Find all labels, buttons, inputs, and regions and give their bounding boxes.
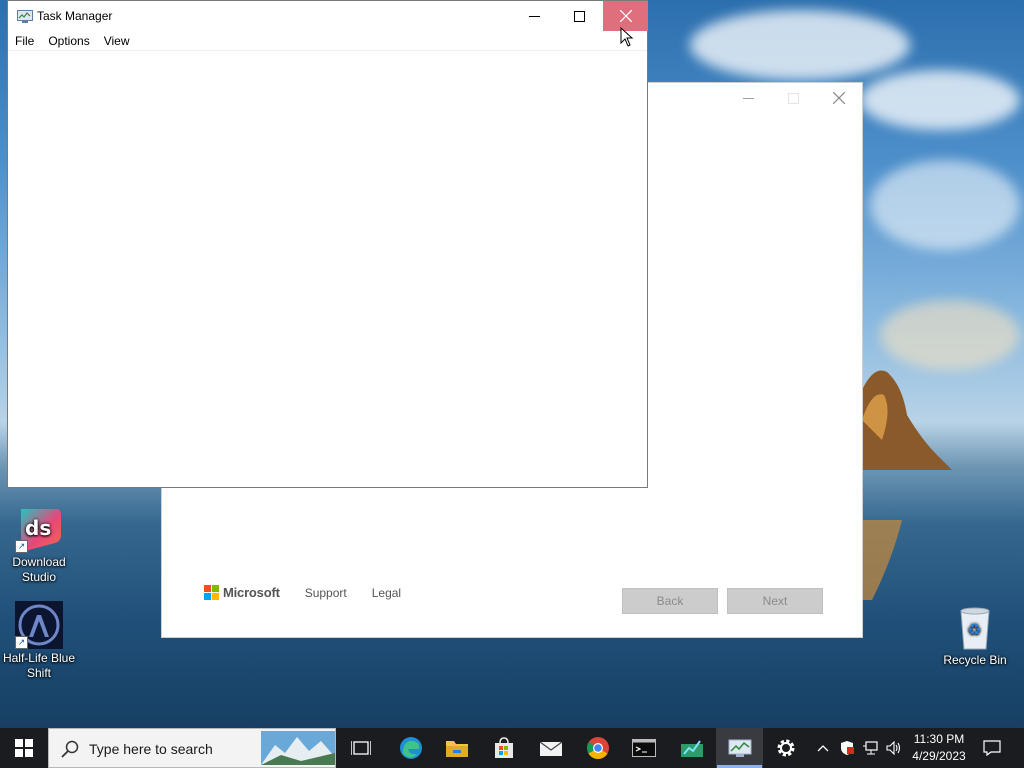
shortcut-arrow-icon: ↗ xyxy=(15,636,28,649)
svg-text:ds: ds xyxy=(25,516,51,540)
task-manager-icon xyxy=(728,739,751,757)
window-title: Task Manager xyxy=(37,9,113,23)
store-icon xyxy=(494,737,513,758)
settings-button[interactable] xyxy=(763,728,808,768)
mail-icon xyxy=(539,741,562,756)
microsoft-store-button[interactable] xyxy=(481,728,526,768)
volume-tray-button[interactable] xyxy=(883,728,905,768)
security-tray-button[interactable] xyxy=(836,728,858,768)
clock-date: 4/29/2023 xyxy=(912,749,966,763)
terminal-button[interactable] xyxy=(621,728,666,768)
network-icon xyxy=(863,741,878,755)
next-button[interactable]: Next xyxy=(727,588,823,614)
download-studio-icon: ds ↗ xyxy=(15,505,63,553)
clock[interactable]: 11:30 PM 4/29/2023 xyxy=(908,731,970,765)
maximize-button[interactable] xyxy=(557,1,602,31)
clock-time: 11:30 PM xyxy=(913,732,965,746)
desktop-icon-label: Download Studio xyxy=(12,555,66,584)
half-life-icon: ↗ xyxy=(15,601,63,649)
folder-icon xyxy=(445,741,468,757)
recycle-bin-icon: ♻ xyxy=(951,603,999,651)
desktop-icon-label: Half-Life Blue Shift xyxy=(2,651,76,680)
desktop-icon-label: Recycle Bin xyxy=(943,653,1007,667)
maximize-icon xyxy=(787,92,799,104)
speaker-icon xyxy=(886,741,901,755)
monitor-chart-icon xyxy=(680,740,703,757)
gear-icon xyxy=(777,739,794,757)
setup-maximize-button[interactable] xyxy=(770,83,816,113)
show-hidden-icons-button[interactable] xyxy=(812,728,834,768)
mail-button[interactable] xyxy=(528,728,573,768)
search-box[interactable]: Type here to search xyxy=(48,728,336,768)
setup-minimize-button[interactable] xyxy=(725,83,771,113)
microsoft-brand: Microsoft xyxy=(223,585,280,600)
setup-close-button[interactable] xyxy=(816,83,862,113)
legal-link[interactable]: Legal xyxy=(372,586,401,600)
network-tray-button[interactable] xyxy=(860,728,882,768)
desktop-icon-half-life-blue-shift[interactable]: ↗ Half-Life Blue Shift xyxy=(1,601,77,681)
mouse-pointer-icon xyxy=(620,27,634,47)
close-icon xyxy=(833,92,845,104)
file-explorer-button[interactable] xyxy=(434,728,479,768)
svg-text:♻: ♻ xyxy=(967,620,981,639)
setup-footer: Microsoft Support Legal xyxy=(204,585,401,600)
terminal-icon xyxy=(631,739,656,757)
start-button[interactable] xyxy=(0,728,48,768)
windows-logo-icon xyxy=(15,739,33,757)
microsoft-logo-icon xyxy=(204,585,219,600)
task-manager-taskbar-button[interactable] xyxy=(716,728,763,768)
minimize-button[interactable] xyxy=(512,1,557,31)
shield-icon xyxy=(841,741,854,755)
title-bar[interactable]: Task Manager xyxy=(8,1,648,31)
notification-icon xyxy=(983,740,1001,756)
search-highlight-image xyxy=(261,731,335,765)
chrome-icon xyxy=(586,737,609,759)
search-icon xyxy=(61,740,79,758)
task-manager-app-icon xyxy=(17,10,33,26)
menu-bar: File Options View xyxy=(8,31,647,51)
menu-options[interactable]: Options xyxy=(41,31,96,50)
taskbar: Type here to search 11:30 PM 4/29/2023 xyxy=(0,728,1024,768)
minimize-icon xyxy=(742,97,754,99)
search-placeholder: Type here to search xyxy=(89,741,213,757)
edge-icon xyxy=(399,737,422,759)
desktop-icon-recycle-bin[interactable]: ♻ Recycle Bin xyxy=(937,603,1013,668)
notifications-button[interactable] xyxy=(976,728,1008,768)
close-icon xyxy=(619,10,632,22)
rock-reflection xyxy=(862,520,902,600)
maximize-icon xyxy=(574,10,585,22)
task-view-icon xyxy=(350,741,371,755)
task-view-button[interactable] xyxy=(338,728,383,768)
menu-file[interactable]: File xyxy=(8,31,41,50)
menu-view[interactable]: View xyxy=(97,31,137,50)
minimize-icon xyxy=(529,15,540,17)
chevron-up-icon xyxy=(817,745,829,752)
task-manager-window: Task Manager File Options View xyxy=(7,0,648,488)
task-manager-content xyxy=(8,51,647,487)
back-button[interactable]: Back xyxy=(622,588,718,614)
support-link[interactable]: Support xyxy=(305,586,347,600)
edge-button[interactable] xyxy=(388,728,433,768)
desktop-icon-download-studio[interactable]: ds ↗ Download Studio xyxy=(1,505,77,585)
rock-formation xyxy=(862,370,952,470)
shortcut-arrow-icon: ↗ xyxy=(15,540,28,553)
monitor-app-button[interactable] xyxy=(669,728,714,768)
chrome-button[interactable] xyxy=(575,728,620,768)
